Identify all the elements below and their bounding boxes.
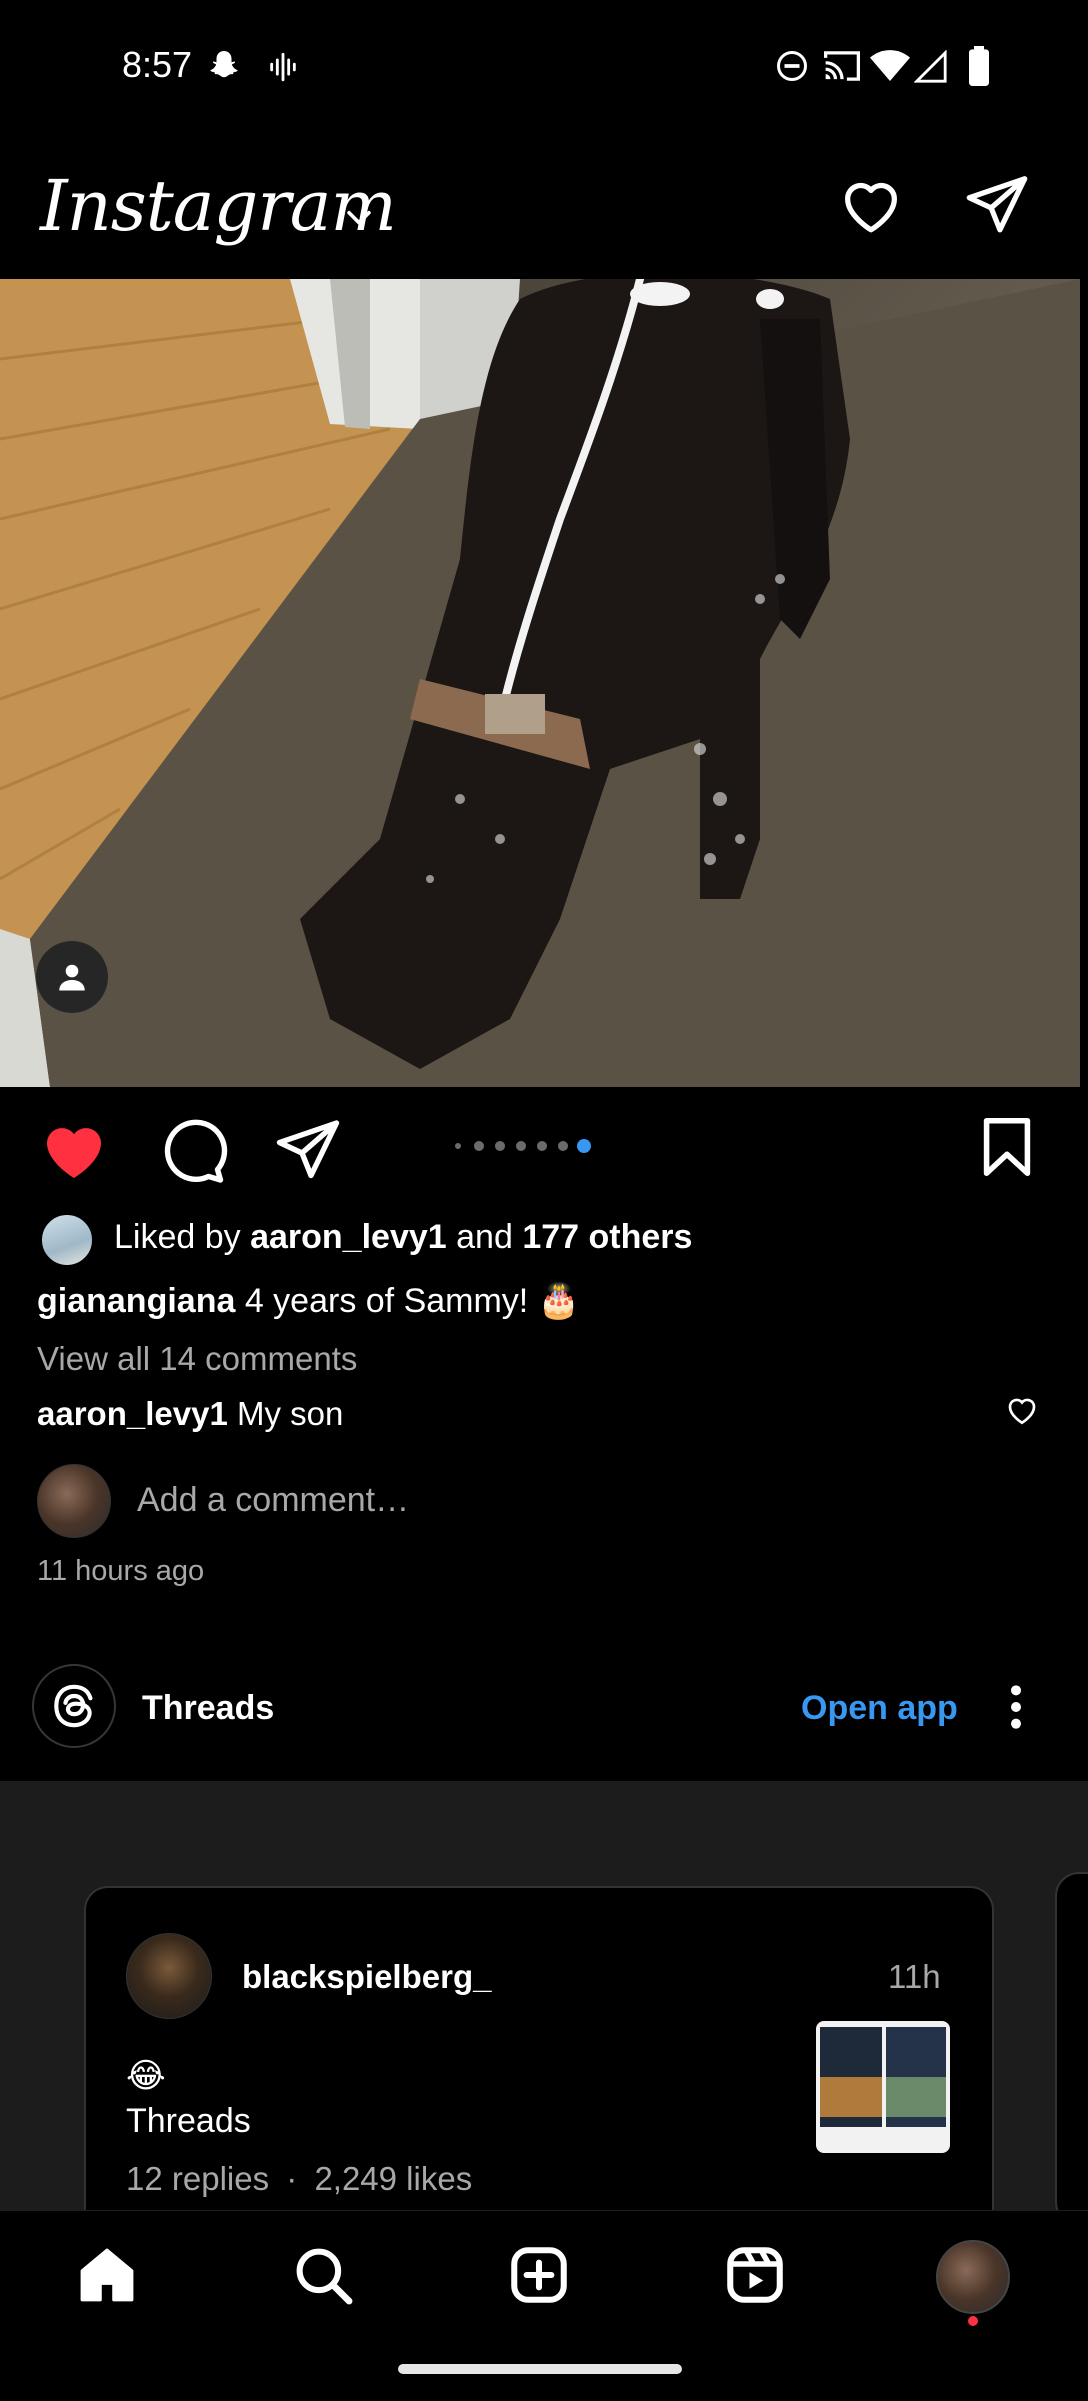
dog-photo-illustration: [0, 279, 1080, 1087]
search-icon: [296, 2248, 353, 2305]
likes-prefix: Liked by: [114, 1218, 251, 1256]
thread-likes[interactable]: 2,249 likes: [314, 2160, 472, 2197]
carousel-dot: [455, 1143, 461, 1149]
thread-stats: 12 replies · 2,249 likes: [126, 2160, 472, 2198]
carousel-dot: [474, 1141, 484, 1151]
caption-text: 4 years of Sammy! 🎂: [244, 1282, 581, 1320]
carousel-dot: [495, 1141, 505, 1151]
carousel-dot: [558, 1141, 568, 1151]
reels-icon: [727, 2247, 783, 2303]
liker-username[interactable]: aaron_levy1: [250, 1218, 447, 1256]
threads-at-icon: [54, 1684, 93, 1728]
caption-author[interactable]: gianangiana: [37, 1282, 235, 1320]
nav-profile-avatar[interactable]: [936, 2240, 1010, 2314]
post-timestamp: 11 hours ago: [37, 1555, 205, 1587]
cast-icon: [824, 51, 860, 81]
threads-card-next-peek[interactable]: [1055, 1872, 1088, 2226]
liker-avatar[interactable]: [40, 1213, 94, 1267]
tagged-users-button[interactable]: [36, 941, 108, 1013]
more-options-icon[interactable]: [998, 1682, 1034, 1732]
battery-icon: [969, 46, 989, 86]
do-not-disturb-icon: [777, 51, 807, 81]
direct-messages-icon[interactable]: [962, 170, 1032, 240]
gesture-home-bar[interactable]: [398, 2364, 682, 2374]
comment-like-icon[interactable]: [1004, 1392, 1040, 1428]
thread-username[interactable]: blackspielberg_: [242, 1958, 491, 1996]
likes-summary[interactable]: Liked by aaron_levy1 and 177 others: [114, 1218, 692, 1257]
threads-logo[interactable]: [32, 1664, 116, 1748]
status-time: 8:57: [122, 44, 193, 85]
wifi-icon: [870, 50, 910, 81]
nav-create[interactable]: [504, 2240, 574, 2310]
save-bookmark-icon[interactable]: [972, 1112, 1042, 1182]
view-all-comments-link[interactable]: View all 14 comments: [37, 1340, 357, 1378]
thumbnail-photo-2: [886, 2077, 946, 2117]
comment-row: aaron_levy1 My son: [37, 1395, 343, 1433]
comment-text: My son: [236, 1395, 344, 1432]
comment-icon[interactable]: [156, 1114, 228, 1186]
carousel-dot: [537, 1141, 547, 1151]
person-icon: [59, 964, 85, 991]
thread-time: 11h: [888, 1958, 941, 1995]
notifications-heart-icon[interactable]: [836, 170, 906, 240]
thread-text: Threads: [126, 2102, 251, 2140]
profile-notification-dot: [968, 2316, 978, 2326]
nav-search[interactable]: [288, 2240, 358, 2310]
carousel-indicator: [450, 1138, 600, 1154]
nav-reels[interactable]: [720, 2240, 790, 2310]
home-icon: [80, 2248, 134, 2302]
plus-square-icon: [511, 2247, 567, 2303]
thread-emoji: 😂: [126, 2057, 166, 2095]
chevron-down-icon[interactable]: [342, 200, 376, 234]
likes-and: and: [446, 1218, 523, 1256]
share-icon[interactable]: [272, 1114, 344, 1186]
post-caption: gianangiana 4 years of Sammy! 🎂: [37, 1281, 580, 1321]
cellular-signal-icon: [914, 50, 947, 83]
status-bar: 8:57: [0, 0, 1088, 130]
thumbnail-photo-1: [820, 2077, 882, 2117]
voice-activity-icon: [270, 52, 296, 82]
carousel-dot: [516, 1141, 526, 1151]
comment-username[interactable]: aaron_levy1: [37, 1395, 228, 1432]
my-avatar: [37, 1464, 111, 1538]
open-app-button[interactable]: Open app: [801, 1689, 958, 1728]
threads-title: Threads: [142, 1689, 275, 1727]
add-comment-input[interactable]: Add a comment…: [137, 1481, 409, 1520]
thread-stats-separator: ·: [286, 2160, 298, 2197]
likes-others-count[interactable]: 177 others: [522, 1218, 692, 1256]
nav-home[interactable]: [72, 2240, 142, 2310]
post-photo[interactable]: [0, 279, 1080, 1087]
carousel-dot: [577, 1139, 591, 1153]
thread-replies[interactable]: 12 replies: [126, 2160, 269, 2197]
thread-author-avatar[interactable]: [126, 1933, 212, 2019]
thread-media-thumbnail[interactable]: [816, 2021, 950, 2153]
snapchat-icon: [210, 51, 238, 78]
like-heart-icon[interactable]: [38, 1115, 110, 1187]
